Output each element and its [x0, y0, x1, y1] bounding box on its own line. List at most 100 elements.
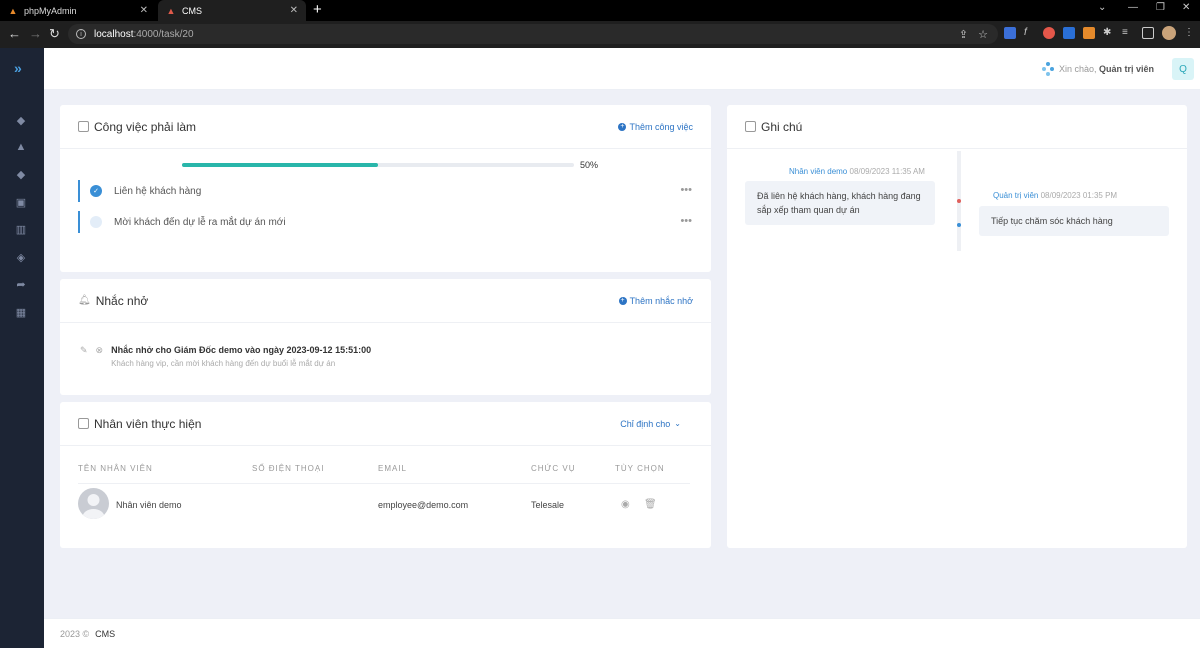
note-time: 08/09/2023 11:35 AM	[849, 167, 925, 176]
staff-card: Nhân viên thực hiện Chỉ định cho ⌄ TÊN N…	[60, 402, 711, 548]
trash-icon[interactable]: 🗑︎	[644, 499, 657, 510]
task-item[interactable]: Mời khách đến dự lễ ra mắt dự án mới •••	[78, 211, 698, 233]
plus-circle-icon: +	[618, 122, 627, 131]
sidebar-item-layers-icon[interactable]: ◆	[15, 168, 27, 181]
task-name: Mời khách đến dự lễ ra mắt dự án mới	[114, 216, 286, 228]
browser-tab-cms[interactable]: ▲ CMS ✕	[158, 0, 306, 21]
phpmyadmin-icon: ▲	[8, 5, 18, 16]
assign-dropdown[interactable]: Chỉ định cho ⌄	[620, 419, 681, 429]
forward-icon[interactable]: →	[29, 26, 42, 42]
column-header: TÊN NHÂN VIÊN	[78, 464, 153, 473]
info-icon[interactable]: i	[76, 29, 86, 39]
task-progress-bar	[182, 163, 574, 167]
color-extension-icon[interactable]	[1043, 27, 1055, 39]
k-extension-icon[interactable]	[1063, 27, 1075, 39]
extensions-icon[interactable]: ✱	[1103, 27, 1115, 39]
reminders-title: Nhắc nhở	[95, 293, 149, 308]
more-icon[interactable]: •••	[680, 215, 692, 227]
browser-tab-bar: ▲ phpMyAdmin ✕ ▲ CMS ✕ + ⌄ — ❐ ✕	[0, 0, 1200, 21]
reminder-description: Khách hàng vip, cần mời khách hàng đến d…	[111, 359, 336, 368]
staff-card-title: Nhân viên thực hiện	[78, 417, 201, 431]
menu-kebab-icon[interactable]: ⋮	[1184, 27, 1196, 39]
user-avatar[interactable]: Q	[1172, 58, 1194, 80]
formula-extension-icon[interactable]: f	[1024, 27, 1036, 39]
more-icon[interactable]: •••	[680, 184, 692, 196]
staff-card-header: Nhân viên thực hiện Chỉ định cho ⌄	[60, 402, 711, 446]
tab-title: CMS	[182, 5, 202, 16]
sidebar-item-bell-icon[interactable]: ▲	[15, 141, 27, 153]
timeline-dot	[957, 199, 961, 203]
address-bar[interactable]: i localhost:4000/task/20 ⇪ ☆	[68, 24, 998, 44]
checklist-icon	[78, 121, 89, 132]
app-footer: 2023 © CMS	[44, 618, 1200, 648]
url-host: localhost	[94, 28, 134, 40]
add-task-button[interactable]: + Thêm công việc	[618, 122, 693, 132]
profile-avatar-icon[interactable]	[1162, 26, 1176, 40]
empty-circle-icon[interactable]	[90, 216, 102, 228]
main-content: Công việc phải làm + Thêm công việc 50% …	[44, 90, 1200, 618]
note-time: 08/09/2023 01:35 PM	[1040, 191, 1118, 200]
add-reminder-button[interactable]: + Thêm nhắc nhở	[618, 296, 693, 306]
browser-tab-phpmyadmin[interactable]: ▲ phpMyAdmin ✕	[0, 0, 156, 21]
minimize-icon[interactable]: —	[1128, 2, 1138, 13]
share-icon[interactable]: ⇪	[959, 28, 968, 41]
sidebar-item-box-icon[interactable]: ◈	[15, 251, 27, 264]
add-task-label: Thêm công việc	[629, 121, 693, 132]
staff-role: Telesale	[531, 500, 565, 510]
task-item[interactable]: ✓ Liên hệ khách hàng •••	[78, 180, 698, 202]
eye-icon[interactable]: ◉	[621, 499, 630, 510]
notes-card: Ghi chú Nhân viên demo 08/09/2023 11:35 …	[727, 105, 1187, 548]
note-meta: Nhân viên demo 08/09/2023 11:35 AM	[789, 167, 925, 176]
maximize-icon[interactable]: ❐	[1156, 2, 1165, 13]
reading-list-icon[interactable]: ≡	[1122, 27, 1134, 39]
footer-copyright: 2023 ©	[60, 628, 90, 639]
new-tab-button[interactable]: +	[313, 2, 322, 18]
close-icon[interactable]: ✕	[290, 5, 298, 16]
back-icon[interactable]: ←	[8, 26, 21, 42]
timeline-dot	[957, 223, 961, 227]
reminder-item[interactable]: ✎ ⊗ Nhắc nhở cho Giám Đốc demo vào ngày …	[80, 345, 371, 368]
note-meta: Quản trị viên 08/09/2023 01:35 PM	[993, 191, 1117, 200]
window-close-icon[interactable]: ✕	[1182, 2, 1190, 13]
footer-brand: CMS	[95, 628, 116, 639]
tasks-card: Công việc phải làm + Thêm công việc 50% …	[60, 105, 711, 272]
note-bubble: Đã liên hệ khách hàng, khách hàng đang s…	[745, 181, 935, 225]
chevron-down-icon: ⌄	[674, 419, 681, 428]
sidebar-item-contact-icon[interactable]: ▣	[15, 196, 27, 209]
column-header: TÙY CHỌN	[615, 464, 665, 473]
sidebar-item-dashboard-icon[interactable]: ◆	[15, 114, 27, 127]
sidebar-item-grid-icon[interactable]: ▦	[15, 306, 27, 319]
close-icon[interactable]: ✕	[140, 5, 148, 16]
chevron-down-icon[interactable]: ⌄	[1098, 2, 1106, 13]
url-path: :4000/task/20	[133, 28, 194, 40]
reminders-card-header: 🔔︎ Nhắc nhở + Thêm nhắc nhở	[60, 279, 711, 323]
note-author: Nhân viên demo	[789, 167, 848, 176]
puzzle-icon[interactable]	[1042, 62, 1054, 76]
browser-nav-bar: ← → ↻ i localhost:4000/task/20 ⇪ ☆	[0, 21, 1200, 48]
star-icon[interactable]: ☆	[978, 28, 988, 41]
check-circle-icon[interactable]: ✓	[90, 185, 102, 197]
notes-title: Ghi chú	[761, 119, 803, 134]
tasks-card-header: Công việc phải làm + Thêm công việc	[60, 105, 711, 149]
sidebar-item-share-icon[interactable]: ➦	[15, 278, 27, 291]
translate-extension-icon[interactable]	[1004, 27, 1016, 39]
cms-icon: ▲	[166, 5, 176, 16]
avatar	[78, 488, 109, 519]
tasks-title: Công việc phải làm	[94, 119, 197, 134]
table-divider	[78, 483, 690, 484]
staff-title: Nhân viên thực hiện	[94, 416, 202, 431]
sidebar-item-building-icon[interactable]: ▥	[15, 223, 27, 236]
sidepanel-icon[interactable]	[1142, 27, 1154, 39]
greeting-prefix: Xin chào,	[1058, 64, 1097, 74]
reminders-card-title: 🔔︎ Nhắc nhở	[78, 294, 148, 308]
greeting: Xin chào, Quản trị viên	[1059, 64, 1154, 74]
sidebar-expand-icon[interactable]: »	[14, 60, 22, 76]
close-circle-icon[interactable]: ⊗	[96, 345, 104, 368]
staff-email: employee@demo.com	[378, 500, 469, 510]
reload-icon[interactable]: ↻	[49, 26, 60, 42]
task-progress-label: 50%	[580, 160, 599, 170]
app-sidebar: » ◆ ▲ ◆ ▣ ▥ ◈ ➦ ▦	[0, 48, 44, 648]
comment-icon	[745, 121, 756, 132]
fox-extension-icon[interactable]	[1083, 27, 1095, 39]
edit-icon[interactable]: ✎	[80, 345, 88, 368]
